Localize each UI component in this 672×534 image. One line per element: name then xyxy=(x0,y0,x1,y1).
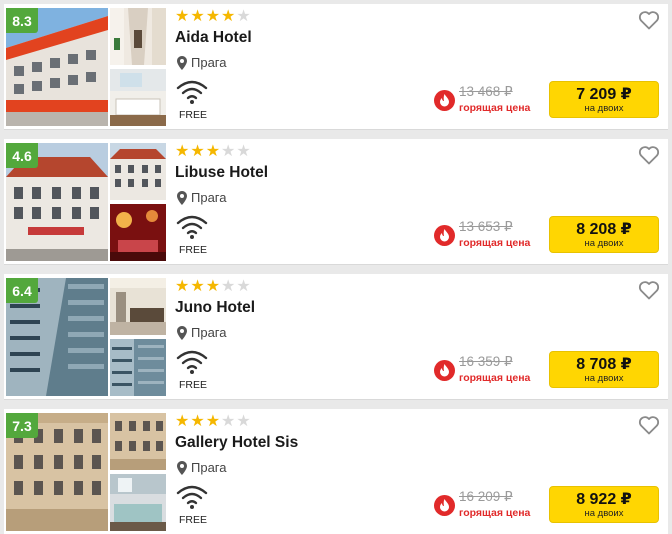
hotel-location: Прага xyxy=(177,460,227,475)
hotel-thumbnail[interactable] xyxy=(110,8,166,65)
star-empty-icon: ★ xyxy=(236,6,251,25)
map-pin-icon xyxy=(177,460,187,475)
star-filled-icon: ★ xyxy=(175,6,190,25)
star-rating: ★ ★ ★ ★ ★ xyxy=(175,278,251,294)
heart-outline-icon[interactable] xyxy=(638,415,660,435)
price-button[interactable]: 7 209 ₽ на двоих xyxy=(549,81,659,118)
fire-icon xyxy=(434,495,455,516)
price-button[interactable]: 8 208 ₽ на двоих xyxy=(549,216,659,253)
hotel-thumbnail[interactable] xyxy=(110,339,166,396)
star-filled-icon: ★ xyxy=(190,276,205,295)
wifi-icon xyxy=(176,215,208,239)
star-empty-icon: ★ xyxy=(221,411,236,430)
star-filled-icon: ★ xyxy=(175,411,190,430)
hotel-name[interactable]: Libuse Hotel xyxy=(175,164,268,182)
rating-score-badge: 6.4 xyxy=(6,278,38,303)
rating-score-badge: 8.3 xyxy=(6,8,38,33)
star-filled-icon: ★ xyxy=(190,141,205,160)
rating-score-badge: 7.3 xyxy=(6,413,38,438)
hotel-location: Прага xyxy=(177,55,227,70)
price-note: на двоих xyxy=(584,372,624,384)
heart-outline-icon[interactable] xyxy=(638,280,660,300)
hot-deal-label: горящая цена xyxy=(459,102,531,114)
hotel-card[interactable]: 8.3 ★ ★ ★ ★ ★ Aida Hotel Прага FREE 13 468 ₽… xyxy=(4,4,668,130)
price-note: на двоих xyxy=(584,102,624,114)
star-filled-icon: ★ xyxy=(190,6,205,25)
star-empty-icon: ★ xyxy=(236,276,251,295)
old-price: 16 209 ₽ xyxy=(459,489,513,504)
star-filled-icon: ★ xyxy=(221,6,236,25)
city-name: Прага xyxy=(191,325,227,340)
price-value: 7 209 ₽ xyxy=(576,85,632,103)
wifi-label: FREE xyxy=(179,514,208,526)
hotel-name[interactable]: Juno Hotel xyxy=(175,299,255,317)
wifi-label: FREE xyxy=(179,109,208,121)
hotel-card[interactable]: 4.6 ★ ★ ★ ★ ★ Libuse Hotel Прага FREE 13 653… xyxy=(4,139,668,265)
hotel-thumbnail[interactable] xyxy=(110,474,166,531)
hotel-location: Прага xyxy=(177,190,227,205)
wifi-icon xyxy=(176,350,208,374)
hotel-thumbnail[interactable] xyxy=(110,204,166,261)
star-rating: ★ ★ ★ ★ ★ xyxy=(175,8,251,24)
map-pin-icon xyxy=(177,190,187,205)
hotel-card[interactable]: 7.3 ★ ★ ★ ★ ★ Gallery Hotel Sis Прага FREE 1… xyxy=(4,409,668,534)
star-empty-icon: ★ xyxy=(221,276,236,295)
hotel-location: Прага xyxy=(177,325,227,340)
star-filled-icon: ★ xyxy=(205,276,221,295)
price-note: на двоих xyxy=(584,507,624,519)
star-empty-icon: ★ xyxy=(236,411,251,430)
price-value: 8 208 ₽ xyxy=(576,220,632,238)
price-button[interactable]: 8 708 ₽ на двоих xyxy=(549,351,659,388)
wifi-icon xyxy=(176,485,208,509)
star-filled-icon: ★ xyxy=(190,411,205,430)
star-empty-icon: ★ xyxy=(236,141,251,160)
fire-icon xyxy=(434,225,455,246)
hotel-card[interactable]: 6.4 ★ ★ ★ ★ ★ Juno Hotel Прага FREE 16 359 ₽… xyxy=(4,274,668,400)
hotel-name[interactable]: Gallery Hotel Sis xyxy=(175,434,298,452)
city-name: Прага xyxy=(191,190,227,205)
old-price: 13 468 ₽ xyxy=(459,84,513,99)
price-button[interactable]: 8 922 ₽ на двоих xyxy=(549,486,659,523)
map-pin-icon xyxy=(177,55,187,70)
star-filled-icon: ★ xyxy=(205,6,221,25)
wifi-label: FREE xyxy=(179,379,208,391)
star-empty-icon: ★ xyxy=(221,141,236,160)
star-rating: ★ ★ ★ ★ ★ xyxy=(175,413,251,429)
price-value: 8 708 ₽ xyxy=(576,355,632,373)
hotel-thumbnail[interactable] xyxy=(110,143,166,200)
heart-outline-icon[interactable] xyxy=(638,10,660,30)
hotel-list: 8.3 ★ ★ ★ ★ ★ Aida Hotel Прага FREE 13 468 ₽… xyxy=(0,0,672,534)
hot-deal-label: горящая цена xyxy=(459,507,531,519)
map-pin-icon xyxy=(177,325,187,340)
star-filled-icon: ★ xyxy=(205,411,221,430)
hotel-thumbnail[interactable] xyxy=(110,413,166,470)
old-price: 16 359 ₽ xyxy=(459,354,513,369)
heart-outline-icon[interactable] xyxy=(638,145,660,165)
wifi-label: FREE xyxy=(179,244,208,256)
price-note: на двоих xyxy=(584,237,624,249)
fire-icon xyxy=(434,90,455,111)
price-value: 8 922 ₽ xyxy=(576,490,632,508)
hotel-name[interactable]: Aida Hotel xyxy=(175,29,252,47)
hotel-thumbnail[interactable] xyxy=(110,278,166,335)
star-filled-icon: ★ xyxy=(175,276,190,295)
hotel-thumbnail[interactable] xyxy=(110,69,166,126)
star-filled-icon: ★ xyxy=(205,141,221,160)
rating-score-badge: 4.6 xyxy=(6,143,38,168)
wifi-icon xyxy=(176,80,208,104)
star-rating: ★ ★ ★ ★ ★ xyxy=(175,143,251,159)
city-name: Прага xyxy=(191,460,227,475)
star-filled-icon: ★ xyxy=(175,141,190,160)
city-name: Прага xyxy=(191,55,227,70)
hot-deal-label: горящая цена xyxy=(459,237,531,249)
old-price: 13 653 ₽ xyxy=(459,219,513,234)
fire-icon xyxy=(434,360,455,381)
hot-deal-label: горящая цена xyxy=(459,372,531,384)
